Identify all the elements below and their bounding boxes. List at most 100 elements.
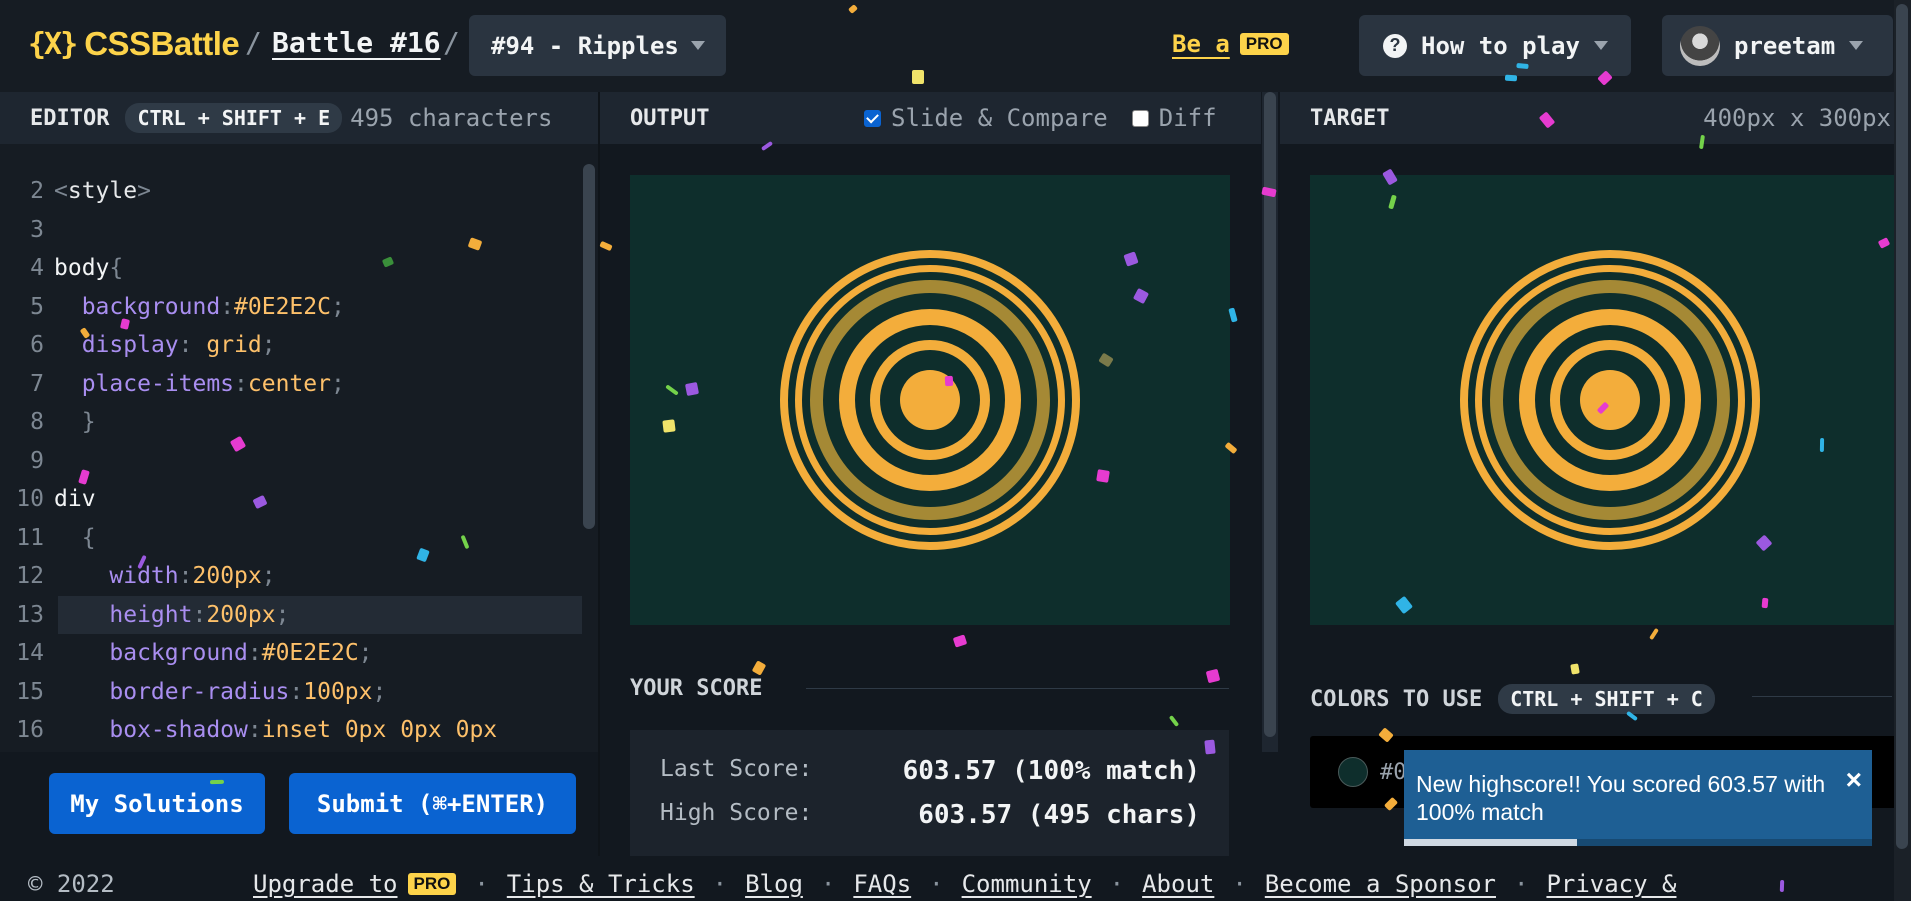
- line-number: 10: [16, 486, 44, 512]
- user-menu[interactable]: preetam: [1662, 15, 1893, 76]
- code-editor[interactable]: 2 <style> 3 4 body{5 background:#0E2E2C; 6 di…: [0, 144, 598, 752]
- footer-tips-link[interactable]: Tips & Tricks: [507, 870, 695, 898]
- breadcrumb-separator: /: [245, 26, 262, 59]
- code-text[interactable]: <style>: [54, 178, 151, 204]
- code-text[interactable]: display: grid;: [54, 332, 276, 358]
- logo-text: CSSBattle: [84, 25, 240, 62]
- line-number: 4: [30, 255, 44, 281]
- target-header: TARGET 400px x 300px: [1280, 92, 1911, 144]
- colors-title: COLORS TO USE: [1310, 686, 1483, 712]
- slide-compare-label[interactable]: Slide & Compare: [891, 104, 1108, 132]
- code-line[interactable]: 10 div: [0, 480, 582, 518]
- color-swatch[interactable]: [1338, 757, 1368, 787]
- slide-compare-checkbox[interactable]: [864, 109, 881, 127]
- line-number: 6: [30, 332, 44, 358]
- avatar: [1680, 25, 1720, 66]
- code-line[interactable]: 11 {: [0, 519, 582, 557]
- code-text[interactable]: div: [54, 486, 96, 512]
- output-title: OUTPUT: [630, 105, 710, 131]
- code-text[interactable]: box-shadow:inset 0px 0px 0px: [54, 717, 497, 743]
- score-box: Last Score: 603.57 (100% match) High Sco…: [630, 730, 1229, 860]
- footer-community-link[interactable]: Community: [962, 870, 1092, 898]
- code-line[interactable]: 15 border-radius:100px;: [0, 673, 582, 711]
- code-line[interactable]: 12 width:200px;: [0, 557, 582, 595]
- code-line[interactable]: 14 background:#0E2E2C;: [0, 634, 582, 672]
- output-canvas[interactable]: [630, 175, 1230, 625]
- ripple-center: [900, 370, 960, 430]
- code-text[interactable]: background:#0E2E2C;: [54, 640, 372, 666]
- editor-scrollbar[interactable]: [583, 164, 595, 529]
- output-scrollbar[interactable]: [1262, 92, 1278, 752]
- be-pro-text: Be a: [1172, 30, 1230, 58]
- character-count: 495 characters: [350, 104, 553, 132]
- editor-shortcut: CTRL + SHIFT + E: [125, 103, 343, 133]
- colors-shortcut: CTRL + SHIFT + C: [1498, 684, 1715, 714]
- line-number: 3: [30, 216, 44, 243]
- line-number: 16: [16, 717, 44, 743]
- footer-sponsor-link[interactable]: Become a Sponsor: [1265, 870, 1496, 898]
- code-line[interactable]: 8 }: [0, 403, 582, 441]
- footer-links: Upgrade to PRO · Tips & Tricks · Blog · …: [253, 870, 1676, 898]
- colors-to-use-header: COLORS TO USE CTRL + SHIFT + C: [1310, 684, 1715, 714]
- highscore-toast: New highscore!! You scored 603.57 with 1…: [1404, 750, 1872, 846]
- code-line[interactable]: 16 box-shadow:inset 0px 0px 0px: [0, 711, 582, 749]
- divider: [1752, 696, 1892, 697]
- diff-label[interactable]: Diff: [1159, 104, 1217, 132]
- code-text[interactable]: body{: [54, 255, 123, 281]
- last-score-value: 603.57 (100% match): [902, 756, 1200, 786]
- target-dimensions: 400px x 300px: [1703, 104, 1891, 132]
- code-text[interactable]: }: [54, 409, 96, 435]
- my-solutions-button[interactable]: My Solutions: [49, 773, 265, 834]
- close-icon[interactable]: ×: [1846, 764, 1862, 796]
- code-line[interactable]: 6 display: grid;: [0, 326, 582, 364]
- battle-link[interactable]: Battle #16: [272, 26, 441, 59]
- line-number: 15: [16, 678, 44, 705]
- line-number: 13: [16, 601, 44, 628]
- separator: ·: [474, 870, 489, 898]
- code-line[interactable]: 4 body{: [0, 249, 582, 287]
- code-line[interactable]: 13 height:200px;: [16, 595, 582, 634]
- code-line[interactable]: 3: [0, 211, 582, 249]
- code-line[interactable]: 2 <style>: [0, 172, 582, 210]
- output-options: Slide & Compare Diff: [864, 104, 1217, 132]
- line-number: 2: [30, 178, 44, 204]
- footer-blog-link[interactable]: Blog: [745, 870, 803, 898]
- last-score-label: Last Score:: [660, 756, 813, 782]
- how-to-play-button[interactable]: ? How to play: [1359, 15, 1631, 76]
- footer: © 2022 Upgrade to PRO · Tips & Tricks · …: [0, 856, 1894, 901]
- submit-button[interactable]: Submit (⌘+ENTER): [289, 773, 576, 834]
- footer-about-link[interactable]: About: [1142, 870, 1214, 898]
- cssbattle-logo[interactable]: {X} CSSBattle: [28, 24, 240, 64]
- code-text[interactable]: width:200px;: [54, 563, 275, 589]
- editor-header: EDITOR CTRL + SHIFT + E 495 characters: [0, 92, 598, 144]
- footer-privacy-link[interactable]: Privacy &: [1546, 870, 1676, 898]
- scrollbar-thumb[interactable]: [1896, 4, 1908, 849]
- output-header: OUTPUT Slide & Compare Diff: [600, 92, 1261, 144]
- code-text[interactable]: {: [54, 525, 96, 551]
- separator: ·: [1109, 870, 1125, 898]
- scrollbar-thumb[interactable]: [1264, 92, 1276, 737]
- line-number: 7: [30, 370, 44, 397]
- code-line[interactable]: 5 background:#0E2E2C;: [0, 288, 582, 326]
- editor-title: EDITOR: [30, 105, 110, 131]
- line-number: 9: [30, 447, 44, 474]
- toast-progress-bar: [1404, 839, 1578, 846]
- code-text[interactable]: border-radius:100px;: [54, 679, 386, 705]
- how-to-play-label: How to play: [1421, 31, 1580, 60]
- page-scrollbar[interactable]: [1894, 0, 1911, 901]
- level-select[interactable]: #94 - Ripples: [469, 15, 726, 76]
- footer-upgrade-link[interactable]: Upgrade to PRO: [253, 870, 457, 898]
- line-number: 11: [16, 524, 44, 551]
- line-number: 14: [16, 640, 44, 666]
- code-line[interactable]: 7 place-items:center;: [0, 365, 582, 403]
- code-text[interactable]: background:#0E2E2C;: [54, 294, 345, 320]
- footer-faqs-link[interactable]: FAQs: [853, 870, 911, 898]
- diff-checkbox[interactable]: [1131, 109, 1149, 127]
- code-text[interactable]: height:200px;: [54, 602, 289, 628]
- be-pro-link[interactable]: Be a PRO: [1172, 30, 1289, 58]
- copyright: © 2022: [28, 870, 115, 898]
- code-line[interactable]: 9: [0, 442, 582, 480]
- chevron-down-icon: [1593, 41, 1608, 50]
- code-text[interactable]: place-items:center;: [54, 371, 345, 397]
- chevron-down-icon: [1849, 41, 1864, 50]
